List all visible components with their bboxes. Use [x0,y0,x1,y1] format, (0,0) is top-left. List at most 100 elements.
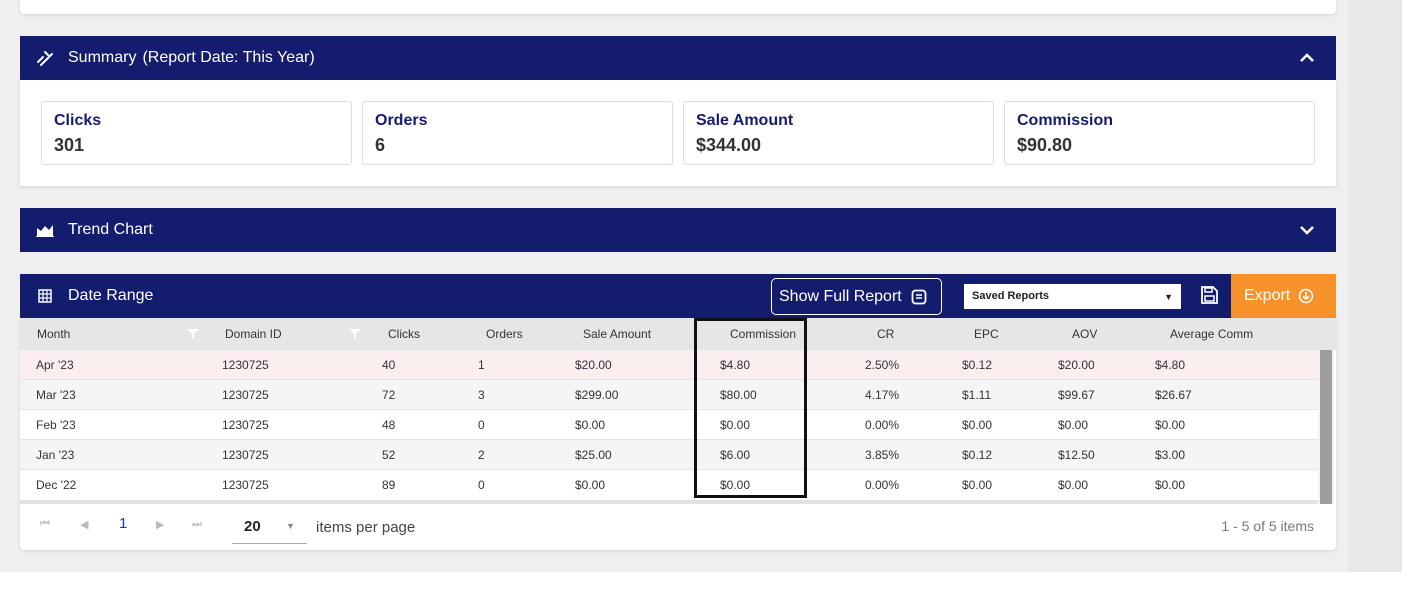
summary-header[interactable]: Summary (Report Date: This Year) [20,36,1336,80]
cell-sale-amount: $0.00 [575,418,606,432]
cell-domain-id: 1230725 [222,418,269,432]
caret-down-icon: ▼ [1164,292,1173,302]
cell-domain-id: 1230725 [222,388,269,402]
grid-header-row: Month Domain ID Clicks Orders Sale Amoun… [20,318,1336,350]
last-page-icon[interactable]: ⏭ [192,518,202,531]
cell-aov: $99.67 [1058,388,1095,402]
cell-clicks: 52 [382,448,396,462]
cell-epc: $0.00 [962,478,993,492]
column-header-domain-id[interactable]: Domain ID [225,318,282,350]
metric-commission: Commission $90.80 [1004,101,1315,165]
metric-orders: Orders 6 [362,101,673,165]
cell-clicks: 40 [382,358,396,372]
metric-value: $90.80 [1017,135,1073,155]
cell-orders: 1 [478,358,485,372]
cell-sale-amount: $0.00 [575,478,606,492]
filter-icon[interactable] [349,328,361,340]
table-row[interactable]: Mar '23 1230725 72 3 $299.00 $80.00 4.17… [20,380,1318,410]
cell-cr: 0.00% [865,478,900,492]
next-page-icon[interactable]: ▶ [156,518,164,531]
column-header-sale-amount[interactable]: Sale Amount [583,318,651,350]
column-header-epc[interactable]: EPC [974,318,999,350]
cell-sale-amount: $20.00 [575,358,612,372]
column-header-clicks[interactable]: Clicks [388,318,420,350]
pager: ⏮ ◀ 1 ▶ ⏭ 20 ▼ items per page 1 - 5 of 5… [20,504,1336,550]
current-page[interactable]: 1 [119,515,127,532]
footer-area [0,572,1402,613]
report-icon [911,289,927,305]
export-label: Export [1244,287,1291,304]
cell-aov: $0.00 [1058,478,1089,492]
cell-clicks: 89 [382,478,396,492]
table-row[interactable]: Dec '22 1230725 89 0 $0.00 $0.00 0.00% $… [20,470,1318,504]
cell-average-comm: $3.00 [1155,448,1186,462]
table-row[interactable]: Jan '23 1230725 52 2 $25.00 $6.00 3.85% … [20,440,1318,470]
cell-orders: 0 [478,478,485,492]
metric-sale-amount: Sale Amount $344.00 [683,101,994,165]
vertical-scrollbar[interactable] [1318,350,1334,504]
metric-label: Sale Amount [696,112,794,129]
cell-average-comm: $26.67 [1155,388,1192,402]
metric-label: Orders [375,112,428,129]
metric-value: 6 [375,135,386,155]
cell-cr: 2.50% [865,358,900,372]
page-size-select[interactable]: 20 ▼ [232,512,307,544]
column-header-aov[interactable]: AOV [1072,318,1097,350]
cell-clicks: 48 [382,418,396,432]
cell-domain-id: 1230725 [222,448,269,462]
summary-report-date: (Report Date: This Year) [142,49,315,66]
cell-aov: $20.00 [1058,358,1095,372]
chevron-down-icon[interactable] [1298,221,1316,239]
page-size-value: 20 [244,518,261,535]
cell-clicks: 72 [382,388,396,402]
show-full-report-button[interactable]: Show Full Report [771,278,942,315]
area-chart-icon [34,219,56,241]
summary-title: Summary [68,49,137,66]
cell-aov: $0.00 [1058,418,1089,432]
show-full-report-label: Show Full Report [779,287,902,305]
trend-chart-title: Trend Chart [68,221,153,238]
scrollbar-thumb[interactable] [1320,350,1332,504]
metric-label: Commission [1017,112,1114,129]
date-range-title: Date Range [68,287,154,304]
cell-epc: $1.11 [962,388,992,402]
metric-value: $344.00 [696,135,762,155]
first-page-icon[interactable]: ⏮ [40,518,50,531]
save-icon[interactable] [1199,285,1221,309]
cell-average-comm: $0.00 [1155,418,1186,432]
saved-reports-select[interactable]: Saved Reports ▼ [964,284,1181,309]
cell-cr: 3.85% [865,448,900,462]
pager-info: 1 - 5 of 5 items [1221,518,1314,534]
cell-domain-id: 1230725 [222,478,269,492]
table-row[interactable]: Apr '23 1230725 40 1 $20.00 $4.80 2.50% … [20,350,1318,380]
previous-page-icon[interactable]: ◀ [80,518,88,531]
trend-chart-header[interactable]: Trend Chart [20,208,1336,252]
cell-sale-amount: $25.00 [575,448,612,462]
column-header-month[interactable]: Month [37,318,70,350]
column-header-orders[interactable]: Orders [486,318,523,350]
cell-aov: $12.50 [1058,448,1095,462]
caret-down-icon: ▼ [286,521,295,531]
export-button[interactable]: Export [1231,274,1336,318]
cell-epc: $0.12 [962,448,993,462]
metric-value: 301 [54,135,85,155]
column-header-average-comm[interactable]: Average Comm [1170,318,1253,350]
cell-cr: 0.00% [865,418,900,432]
table-row[interactable]: Feb '23 1230725 48 0 $0.00 $0.00 0.00% $… [20,410,1318,440]
table-icon [34,285,56,307]
cell-month: Dec '22 [36,478,77,492]
chevron-up-icon[interactable] [1298,49,1316,67]
saved-reports-value: Saved Reports [972,290,1050,302]
cell-month: Mar '23 [36,388,76,402]
summary-body: Clicks 301 Orders 6 Sale Amount $344.00 … [20,80,1336,186]
cell-orders: 3 [478,388,485,402]
cell-cr: 4.17% [865,388,900,402]
cell-average-comm: $0.00 [1155,478,1186,492]
summary-icon [34,47,56,69]
cell-sale-amount: $299.00 [575,388,619,402]
cell-average-comm: $4.80 [1155,358,1186,372]
column-header-cr[interactable]: CR [877,318,894,350]
report-grid: Month Domain ID Clicks Orders Sale Amoun… [20,318,1336,550]
filter-icon[interactable] [187,328,199,340]
cell-epc: $0.00 [962,418,993,432]
